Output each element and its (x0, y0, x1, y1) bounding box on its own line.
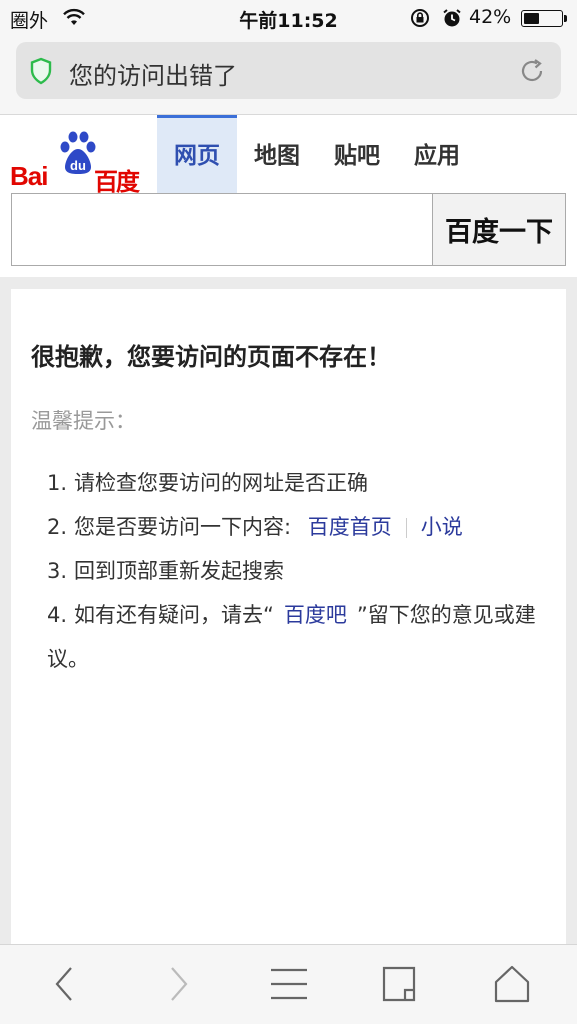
logo-text-bai: Bai (10, 161, 48, 191)
back-icon[interactable] (45, 964, 85, 1004)
baidu-home-link[interactable]: 百度首页 (308, 515, 392, 539)
tab-tieba[interactable]: 贴吧 (317, 115, 397, 193)
battery-percent: 42% (469, 6, 512, 28)
error-heading: 很抱歉，您要访问的页面不存在！ (31, 343, 391, 371)
baidu-header: Bai du 百度 网页 地图 贴吧 应用 百度一下 (0, 115, 577, 277)
shield-icon (30, 57, 52, 85)
menu-icon[interactable] (269, 964, 309, 1004)
item-number: 1. (47, 471, 68, 495)
tab-apps[interactable]: 应用 (397, 115, 477, 193)
search-row: 百度一下 (11, 193, 566, 266)
battery-icon (521, 10, 563, 27)
forward-icon[interactable] (158, 964, 198, 1004)
address-bar: 您的访问出错了 (0, 36, 577, 115)
novel-link[interactable]: 小说 (421, 515, 463, 539)
browser-toolbar (0, 944, 577, 1024)
item-text: 请检查您要访问的网址是否正确 (74, 471, 368, 495)
item-text: 您是否要访问一下内容: (74, 515, 292, 539)
list-item: 4. 如有还有疑问，请去“ 百度吧 ”留下您的意见或建议。 (47, 593, 552, 681)
list-item: 3. 回到顶部重新发起搜索 (47, 549, 552, 593)
item-number: 2. (47, 515, 68, 539)
home-icon[interactable] (492, 964, 532, 1004)
status-bar: 圈外 午前11:52 42% (0, 0, 577, 36)
logo-text-du: du (70, 158, 86, 173)
item-text: 回到顶部重新发起搜索 (74, 559, 284, 583)
list-item: 1. 请检查您要访问的网址是否正确 (47, 461, 552, 505)
item-text: 如有还有疑问，请去“ (74, 603, 274, 627)
logo-text-cn: 百度 (94, 168, 140, 196)
search-input[interactable] (11, 193, 432, 266)
item-number: 3. (47, 559, 68, 583)
paw-icon: du (60, 131, 96, 174)
url-field[interactable]: 您的访问出错了 (16, 42, 561, 99)
hint-label: 温馨提示： (31, 409, 136, 433)
suggestion-list: 1. 请检查您要访问的网址是否正确 2. 您是否要访问一下内容: 百度首页 小说 3.… (47, 461, 552, 681)
search-tabs: 网页 地图 贴吧 应用 (157, 115, 477, 193)
error-card: 很抱歉，您要访问的页面不存在！ 温馨提示： 1. 请检查您要访问的网址是否正确 2… (11, 289, 566, 959)
tab-web[interactable]: 网页 (157, 115, 237, 193)
baidu-logo[interactable]: Bai du 百度 (10, 131, 144, 196)
item-number: 4. (47, 603, 68, 627)
battery-tip (564, 15, 567, 22)
tabs-icon[interactable] (381, 964, 421, 1004)
page-title: 您的访问出错了 (69, 62, 237, 90)
tab-map[interactable]: 地图 (237, 115, 317, 193)
link-divider (405, 518, 407, 538)
baidu-bar-link[interactable]: 百度吧 (284, 603, 347, 627)
search-button[interactable]: 百度一下 (432, 193, 566, 266)
reload-icon[interactable] (517, 56, 547, 86)
rotation-lock-icon (411, 9, 429, 27)
list-item: 2. 您是否要访问一下内容: 百度首页 小说 (47, 505, 552, 549)
alarm-icon (443, 9, 461, 27)
